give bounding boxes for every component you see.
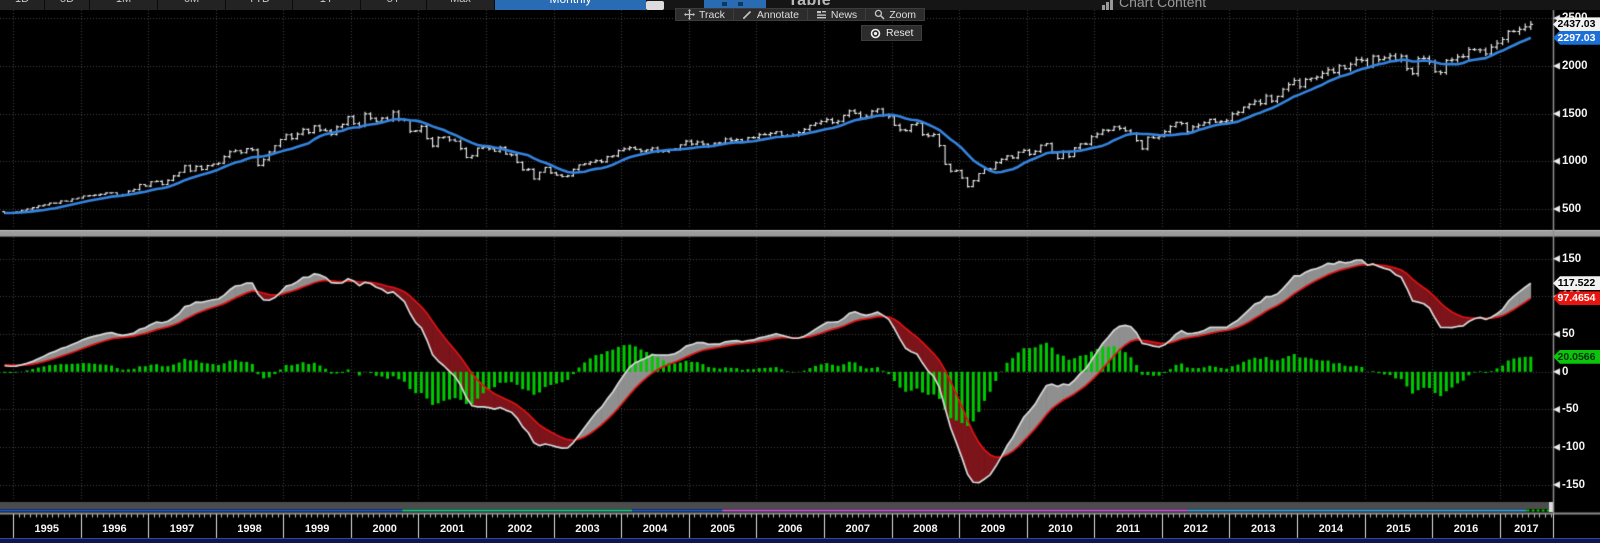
year-label-2006: 2006: [777, 522, 803, 535]
pencil-icon: [742, 9, 753, 20]
zoom-button[interactable]: Zoom: [866, 8, 926, 21]
timeframe-button-5d[interactable]: 5D: [45, 0, 90, 10]
year-label-2017: 2017: [1514, 522, 1539, 535]
year-label-1995: 1995: [34, 522, 60, 535]
year-label-1997: 1997: [169, 522, 195, 535]
axis-tick-label: 1500: [1562, 107, 1588, 120]
window-bottom-bar: [0, 538, 1600, 543]
axis-tick-label: 500: [1562, 203, 1582, 215]
chart-tools-bar: Track Annotate News Zoom: [675, 8, 926, 21]
year-label-2011: 2011: [1116, 522, 1141, 535]
year-label-2001: 2001: [440, 522, 465, 535]
year-label-2014: 2014: [1318, 522, 1344, 535]
timeframe-button-1y[interactable]: 1Y: [293, 0, 361, 10]
timeframe-button-1d[interactable]: 1D: [0, 0, 45, 10]
year-label-2013: 2013: [1251, 522, 1276, 535]
year-label-2010: 2010: [1048, 522, 1073, 535]
year-label-2015: 2015: [1386, 522, 1411, 535]
year-label-2002: 2002: [507, 522, 533, 535]
macd-histogram-tag: 20.0566: [1553, 349, 1600, 364]
timeframe-button-row: 1D5D1M6MYTD1Y5YMaxMonthly: [0, 0, 647, 10]
year-label-2003: 2003: [575, 522, 600, 535]
year-label-2004: 2004: [642, 522, 668, 535]
axis-tick-label: 50: [1562, 328, 1575, 341]
year-label-2012: 2012: [1183, 522, 1208, 535]
chart-scrollbar[interactable]: [0, 501, 1553, 513]
reset-icon: [870, 28, 881, 38]
news-lines-icon: [816, 9, 827, 20]
year-label-2016: 2016: [1453, 522, 1479, 535]
timeframe-button-max[interactable]: Max: [427, 0, 495, 10]
chart-content-label: Chart Content: [1119, 0, 1207, 10]
year-label-2008: 2008: [913, 522, 938, 535]
year-label-2009: 2009: [980, 522, 1006, 535]
axis-tick-label: 0: [1562, 365, 1569, 378]
axis-tick-label: 1000: [1562, 155, 1588, 168]
crosshair-icon: [684, 9, 695, 20]
year-label-1998: 1998: [237, 522, 262, 535]
macd-signal-tag: 97.4654: [1553, 291, 1600, 306]
year-label-2005: 2005: [710, 522, 735, 535]
chart-application: 1D5D1M6MYTD1Y5YMaxMonthly Table Chart Co…: [0, 0, 1600, 543]
chart-content-button[interactable]: Chart Content: [1102, 0, 1206, 10]
axis-tick-label: -100: [1562, 441, 1586, 454]
price-chart-canvas[interactable]: [0, 0, 1600, 543]
axis-tick-label: -150: [1562, 478, 1586, 491]
last-price-tag: 2437.03: [1553, 17, 1600, 32]
news-button[interactable]: News: [807, 8, 867, 21]
reset-button[interactable]: Reset: [861, 25, 923, 41]
toolbar-icon-button[interactable]: [646, 1, 664, 10]
timeframe-button-ytd[interactable]: YTD: [226, 0, 293, 10]
year-label-2007: 2007: [845, 522, 871, 535]
axis-tick-label: 150: [1562, 252, 1582, 265]
axis-tick-label: -50: [1562, 403, 1579, 416]
reset-label: Reset: [886, 27, 914, 39]
year-label-1996: 1996: [102, 522, 127, 535]
timeframe-button-5y[interactable]: 5Y: [361, 0, 427, 10]
macd-value-tag: 117.522: [1553, 276, 1600, 291]
year-label-1999: 1999: [304, 522, 330, 535]
bar-chart-icon: [1102, 0, 1113, 10]
magnifier-icon: [874, 9, 885, 20]
annotate-button[interactable]: Annotate: [733, 8, 808, 21]
axis-tick-label: 2000: [1562, 60, 1588, 72]
timeframe-button-6m[interactable]: 6M: [158, 0, 226, 10]
moving-average-tag: 2297.03: [1553, 30, 1600, 45]
year-label-2000: 2000: [372, 522, 397, 535]
interval-select-monthly[interactable]: Monthly: [495, 0, 647, 10]
timeframe-button-1m[interactable]: 1M: [90, 0, 158, 10]
track-button[interactable]: Track: [675, 8, 734, 21]
